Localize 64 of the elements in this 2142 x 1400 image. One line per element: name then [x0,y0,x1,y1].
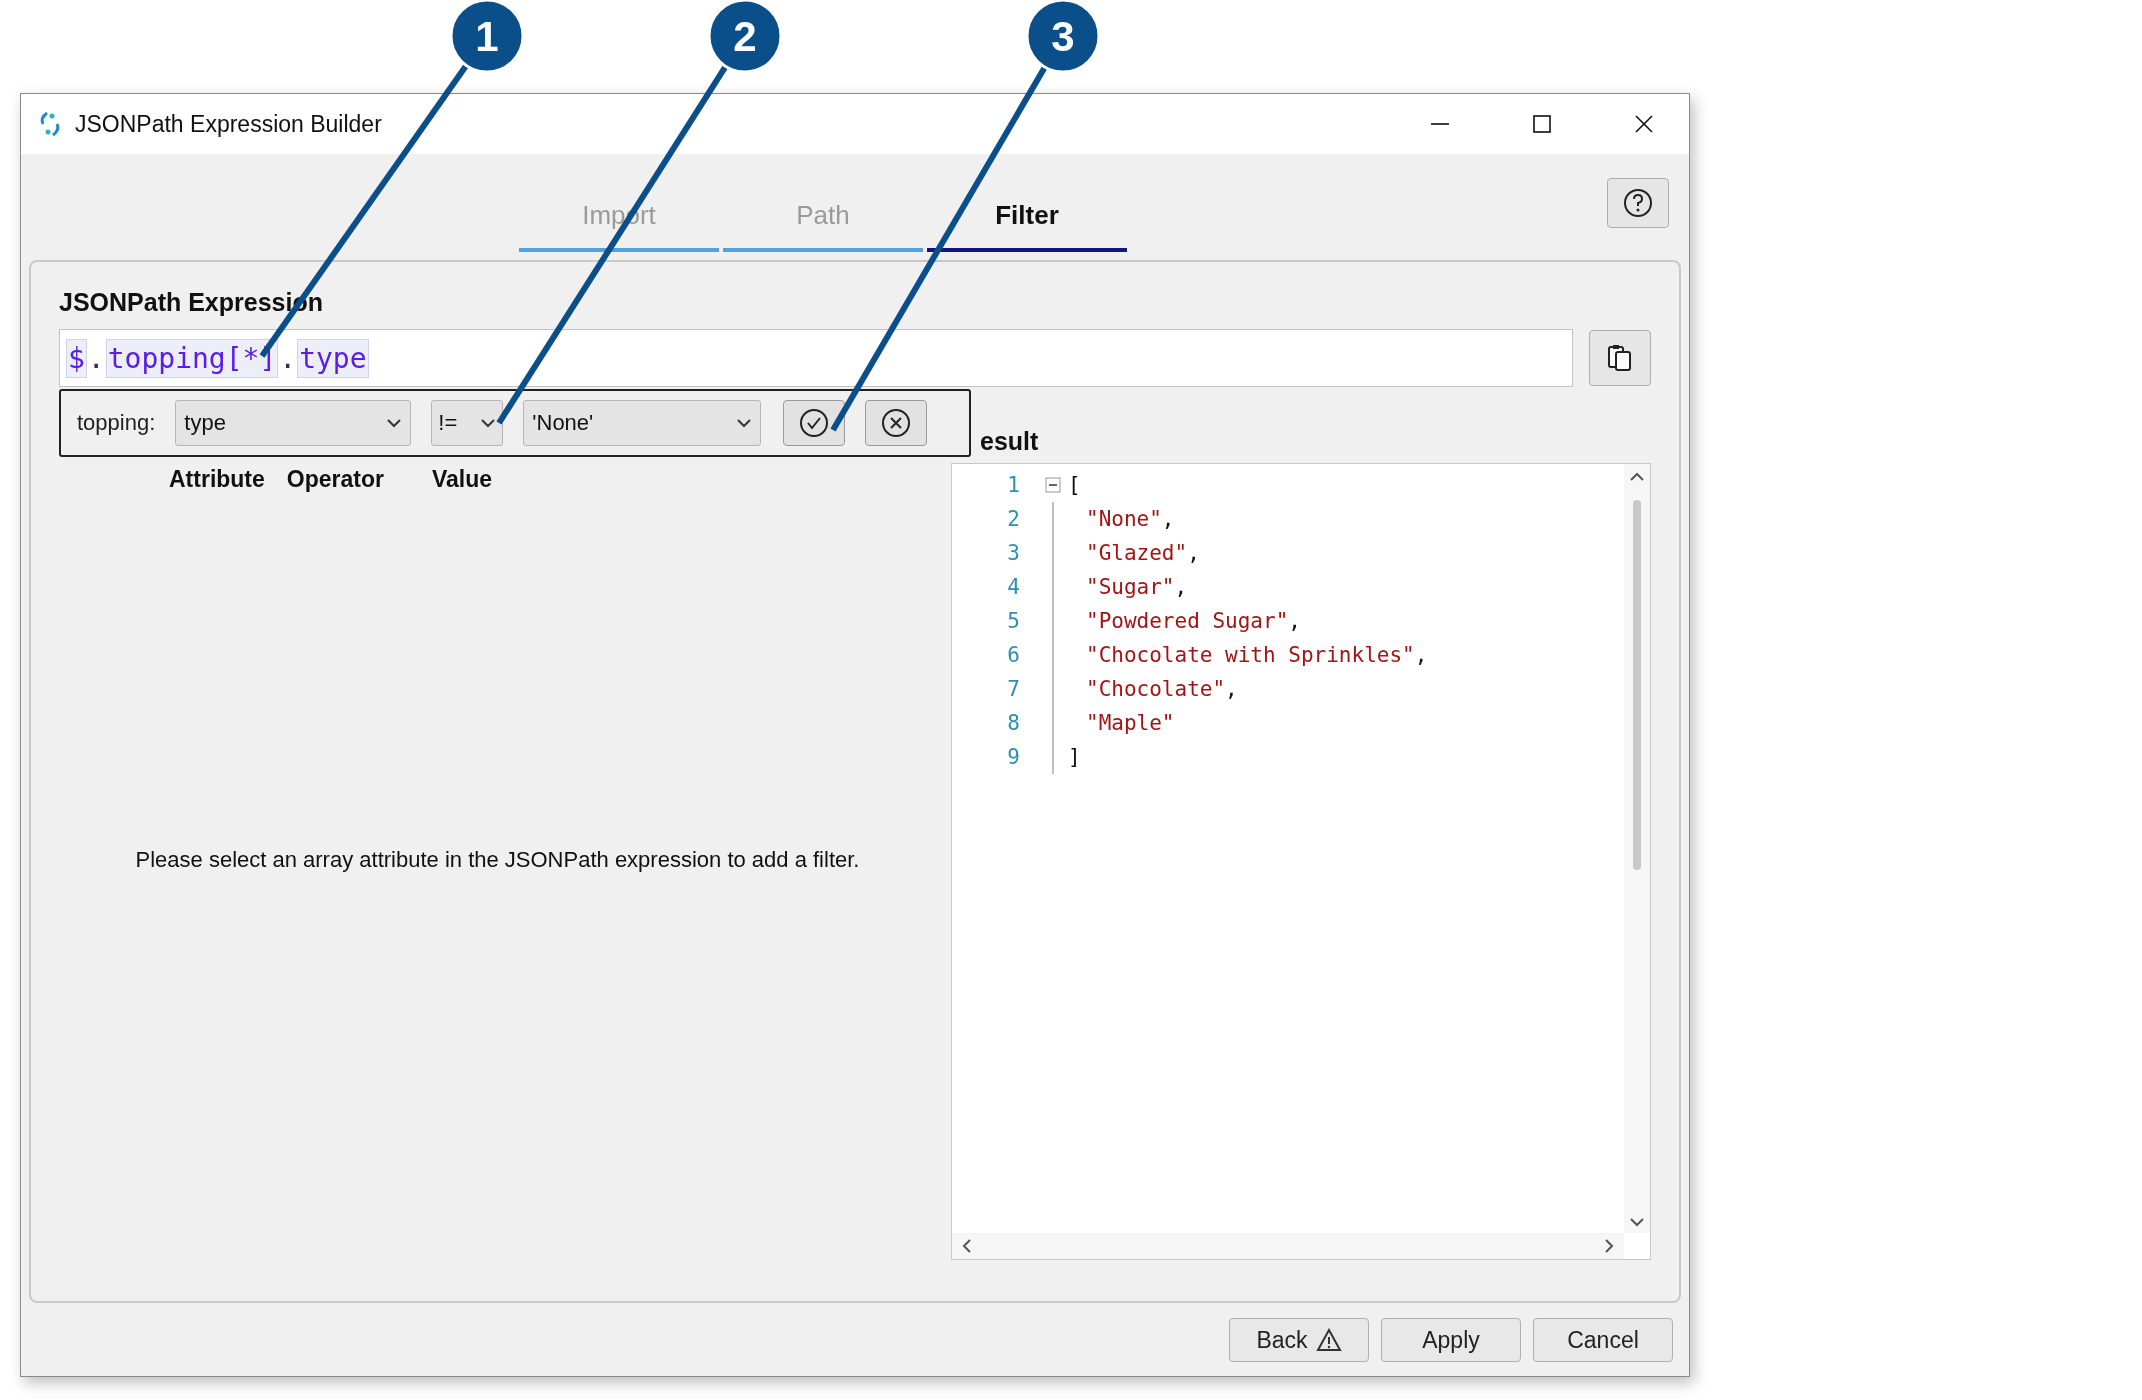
line-number: 7 [1006,677,1020,701]
expression-token[interactable]: . [278,339,298,377]
dialog-button[interactable]: Back [1229,1318,1369,1362]
check-circle-icon [798,407,831,439]
dialog-button[interactable]: Cancel [1533,1318,1673,1362]
code-text: "Sugar", [1086,575,1188,599]
line-number: 1 [1006,473,1020,497]
code-text: [ [1068,473,1081,497]
code-text: "Maple" [1086,711,1175,735]
line-number: 4 [1006,575,1020,599]
vertical-scrollbar[interactable] [1624,464,1650,1233]
line-number: 9 [1006,745,1020,769]
scroll-up-icon[interactable] [1629,472,1645,482]
scroll-right-icon[interactable] [1604,1238,1614,1254]
close-circle-icon [880,407,913,439]
line-number: 2 [1006,507,1020,531]
horizontal-scrollbar[interactable] [952,1233,1624,1259]
scroll-down-icon[interactable] [1629,1217,1645,1227]
line-number: 8 [1006,711,1020,735]
chevron-icon [736,418,753,428]
column-label: Value [431,466,493,493]
operator-dropdown[interactable]: != [431,400,504,446]
chevron-icon [386,418,403,428]
warning-icon [1315,1328,1342,1352]
line-number: 3 [1006,541,1020,565]
close-icon [1634,114,1654,134]
code-text: "Chocolate", [1086,677,1238,701]
chevron-icon [480,418,497,428]
expression-token[interactable]: . [86,339,106,377]
code-text: "Powdered Sugar", [1086,609,1301,633]
callout-badge: 2 [707,0,783,74]
scrollbar-thumb[interactable] [1633,500,1641,870]
maximize-icon [1532,114,1552,134]
remove-button[interactable] [865,400,928,446]
scroll-left-icon[interactable] [962,1238,972,1254]
hint-message: Please select an array attribute in the JSONPath expression to add a filter. [134,847,861,873]
copy-icon [1606,343,1634,373]
attribute-dropdown[interactable]: type [175,400,412,446]
code-text: "Glazed", [1086,541,1200,565]
help-button[interactable] [1607,178,1669,228]
section-label: esult [980,427,1040,457]
code-text: "None", [1086,507,1175,531]
expression-token[interactable]: $ [66,338,87,378]
window-title: JSONPath Expression Builder [75,110,383,138]
minimize-icon [1430,123,1450,125]
expression-token[interactable]: type [297,338,369,378]
callout-badge: 3 [1025,0,1101,74]
value-dropdown[interactable]: 'None' [523,400,762,446]
code-text: "Chocolate with Sprinkles", [1086,643,1428,667]
expression-token[interactable]: topping[*] [105,338,279,378]
tab[interactable]: Filter [927,196,1127,252]
line-number: 5 [1006,609,1020,633]
dialog-button[interactable]: Apply [1381,1318,1521,1362]
copy-button[interactable] [1589,330,1651,386]
help-icon [1622,187,1654,219]
expression-field[interactable]: $.topping[*].type [59,329,1573,387]
code-text: ] [1068,745,1081,769]
column-label: Operator [286,466,384,493]
confirm-button[interactable] [783,400,846,446]
column-label: Attribute [169,466,265,493]
array-label: topping: [77,410,156,436]
line-number: 6 [1006,643,1020,667]
collapse-icon[interactable] [1045,477,1061,493]
callout-badge: 1 [449,0,525,74]
